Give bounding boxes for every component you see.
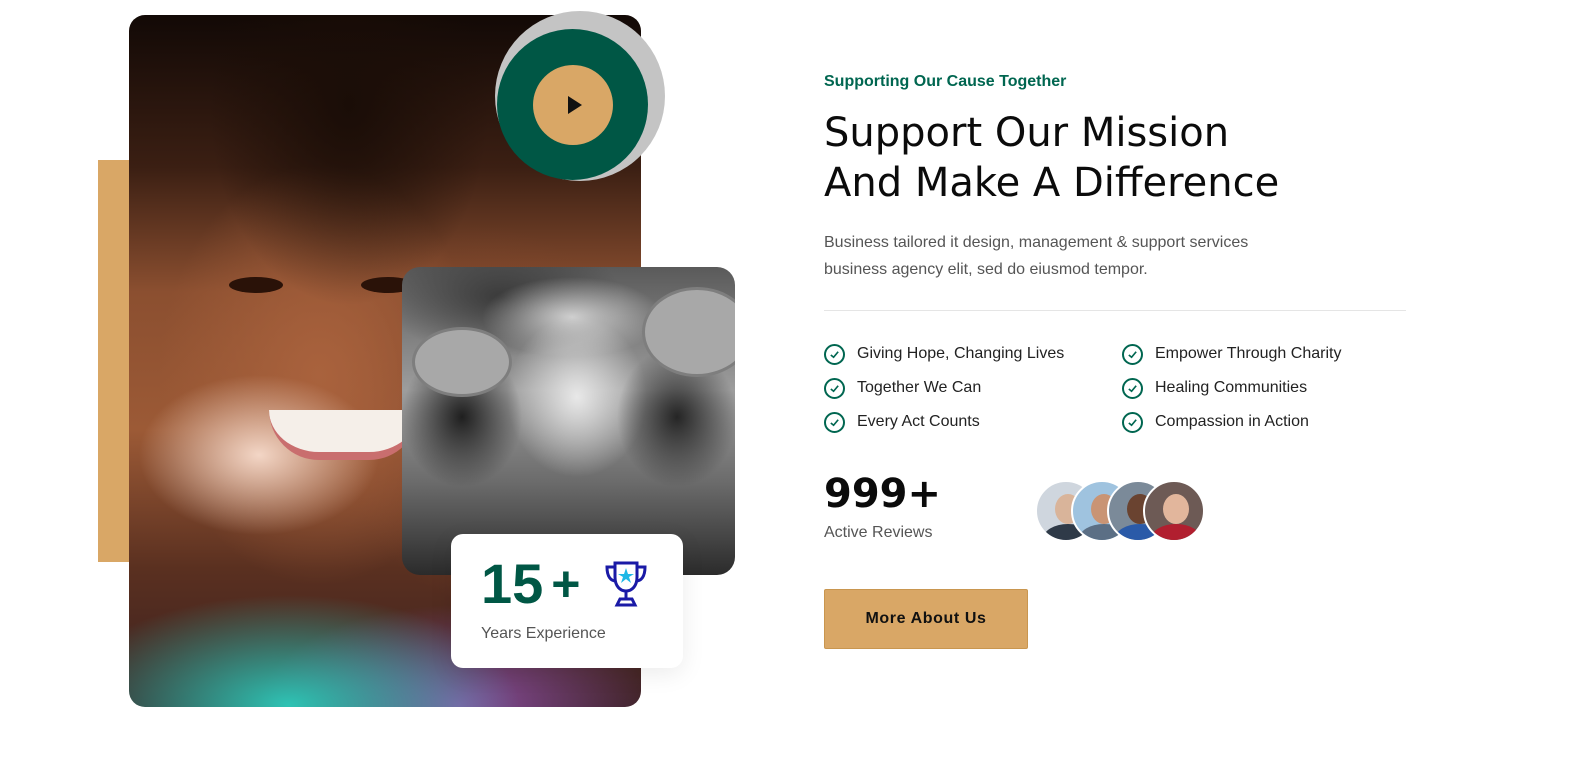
feature-item: Empower Through Charity	[1122, 342, 1420, 366]
experience-label: Years Experience	[481, 625, 606, 642]
check-circle-icon	[1122, 411, 1143, 433]
feature-item: Giving Hope, Changing Lives	[824, 342, 1122, 366]
photo-detail	[269, 410, 419, 460]
check-circle-icon	[824, 343, 845, 365]
photo-detail	[642, 287, 735, 377]
photo-detail	[229, 277, 283, 293]
kids-group-photo	[402, 267, 735, 575]
feature-item: Together We Can	[824, 376, 1122, 400]
photo-detail	[412, 327, 512, 397]
section-divider	[824, 310, 1406, 311]
feature-list: Giving Hope, Changing Lives Empower Thro…	[824, 342, 1424, 434]
experience-plus: +	[551, 556, 581, 612]
check-circle-icon	[1122, 343, 1143, 365]
experience-card: 15 + Years Experience	[451, 534, 683, 668]
feature-label: Empower Through Charity	[1155, 345, 1342, 362]
check-circle-icon	[824, 411, 845, 433]
feature-item: Compassion in Action	[1122, 410, 1420, 434]
section-heading: Support Our Mission And Make A Differenc…	[824, 108, 1444, 208]
play-button-inner[interactable]	[532, 64, 613, 145]
feature-label: Giving Hope, Changing Lives	[857, 345, 1065, 362]
section-description: Business tailored it design, management …	[824, 234, 1249, 278]
feature-label: Compassion in Action	[1155, 413, 1309, 430]
reviews-count: 999+	[824, 471, 942, 517]
check-circle-icon	[1122, 377, 1143, 399]
trophy-icon	[604, 561, 647, 607]
avatar	[1143, 480, 1205, 542]
reviews-label: Active Reviews	[824, 524, 933, 541]
feature-label: Healing Communities	[1155, 379, 1308, 396]
section-eyebrow: Supporting Our Cause Together	[824, 73, 1067, 90]
heading-line-2: And Make A Difference	[824, 160, 1280, 206]
feature-item: Healing Communities	[1122, 376, 1420, 400]
feature-item: Every Act Counts	[824, 410, 1122, 434]
more-about-us-button[interactable]: More About Us	[824, 589, 1028, 649]
experience-number: 15	[481, 552, 544, 615]
feature-label: Every Act Counts	[857, 413, 980, 430]
play-video-button[interactable]	[497, 29, 648, 180]
check-circle-icon	[824, 377, 845, 399]
feature-label: Together We Can	[857, 379, 982, 396]
play-icon	[567, 95, 582, 114]
heading-line-1: Support Our Mission	[824, 110, 1230, 156]
reviewer-avatars	[1035, 480, 1205, 542]
